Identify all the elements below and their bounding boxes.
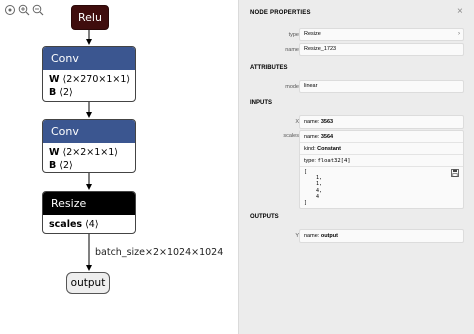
resize-node[interactable]: Resize scales ⟨4⟩ [42, 191, 136, 234]
inputs-header: INPUTS [250, 100, 273, 106]
input-scales-label: scales [283, 133, 299, 139]
panel-title: NODE PROPERTIES [250, 10, 311, 16]
graph-canvas[interactable]: Relu Conv W ⟨2×270×1×1⟩ B ⟨2⟩ Conv W ⟨2×… [0, 0, 238, 334]
relu-node[interactable]: Relu [71, 5, 109, 30]
mode-label: mode [285, 84, 299, 90]
conv-node-1-attr-b: B ⟨2⟩ [49, 87, 73, 98]
conv-node-1[interactable]: Conv W ⟨2×270×1×1⟩ B ⟨2⟩ [42, 46, 136, 102]
conv-node-1-title: Conv [43, 47, 135, 70]
type-value[interactable]: Resize › [299, 28, 464, 41]
chevron-right-icon: › [458, 31, 460, 37]
input-scales-type: type: float32[4] [300, 155, 463, 167]
node-properties-panel: NODE PROPERTIES × type Resize › name Resi… [238, 0, 474, 334]
conv-node-1-attr-w: W ⟨2×270×1×1⟩ [49, 74, 131, 85]
output-y-box[interactable]: name: output [299, 229, 464, 243]
input-scales-box[interactable]: name: 3564 kind: Constant type: float32[… [299, 130, 464, 210]
attributes-header: ATTRIBUTES [250, 65, 288, 71]
output-y-label: Y [295, 233, 299, 239]
input-scales-tensor: [ 1, 1, 4, 4 ] [300, 167, 463, 208]
mode-value: linear [299, 80, 464, 93]
conv-node-2-attr-b: B ⟨2⟩ [49, 160, 73, 171]
type-label: type [288, 32, 299, 38]
edge-shape-label: batch_size×2×1024×1024 [95, 247, 224, 258]
close-icon[interactable]: × [457, 7, 463, 17]
output-node[interactable]: output [66, 272, 110, 294]
name-value: Resize_1723 [299, 43, 464, 56]
resize-node-title: Resize [43, 192, 135, 215]
input-x-label: X [295, 119, 299, 125]
input-x-name: name: 3563 [304, 119, 334, 125]
outputs-header: OUTPUTS [250, 214, 279, 220]
conv-node-2[interactable]: Conv W ⟨2×2×1×1⟩ B ⟨2⟩ [42, 119, 136, 173]
input-scales-name: name: 3564 [300, 131, 463, 143]
input-x-box[interactable]: name: 3563 [299, 115, 464, 129]
save-icon[interactable] [451, 169, 459, 177]
input-scales-kind: kind: Constant [300, 143, 463, 155]
conv-node-2-attr-w: W ⟨2×2×1×1⟩ [49, 147, 118, 158]
resize-node-attr-scales: scales ⟨4⟩ [49, 219, 99, 230]
name-label: name [285, 47, 299, 53]
conv-node-2-title: Conv [43, 120, 135, 143]
output-y-name: name: output [304, 233, 338, 239]
